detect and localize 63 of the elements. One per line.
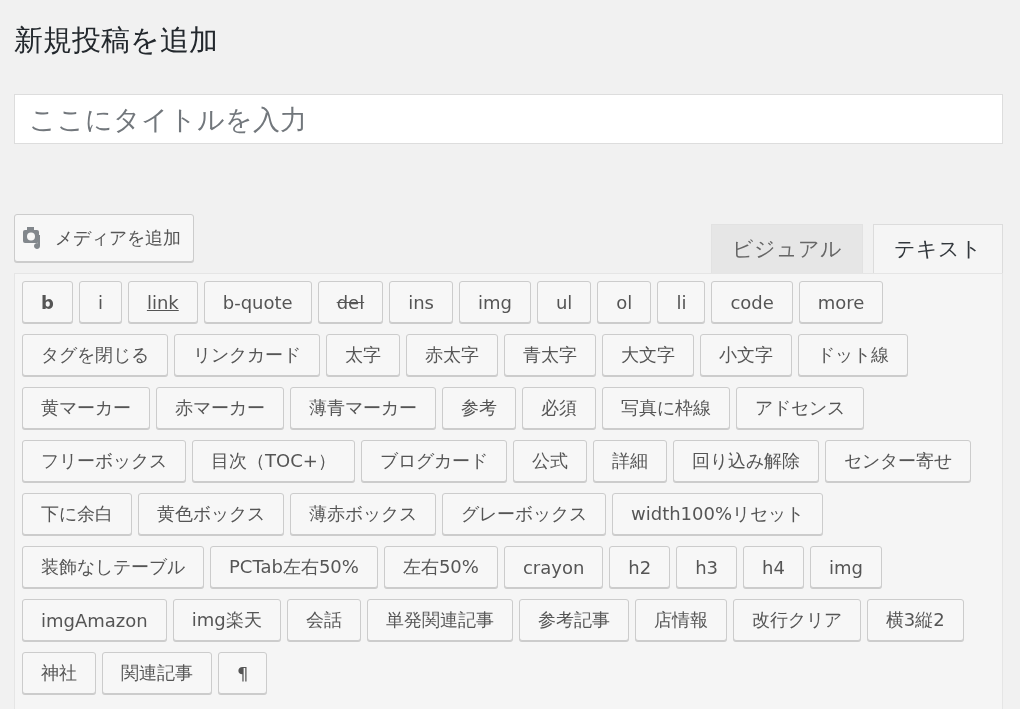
quicktag-button[interactable]: 横3縦2 <box>866 599 964 641</box>
quicktag-button[interactable]: width100%リセット <box>612 493 824 535</box>
quicktag-button[interactable]: ol <box>597 281 652 323</box>
quicktag-button[interactable]: センター寄せ <box>824 440 971 482</box>
quicktag-button[interactable]: 太字 <box>326 334 400 376</box>
quicktag-button[interactable]: h4 <box>743 546 804 588</box>
quicktag-button[interactable]: 薄赤ボックス <box>290 493 436 535</box>
quicktag-button[interactable]: imgAmazon <box>22 599 167 641</box>
quicktag-button[interactable]: 黄マーカー <box>22 387 150 429</box>
quicktag-button[interactable]: 回り込み解除 <box>672 440 819 482</box>
quicktag-button[interactable]: 装飾なしテーブル <box>22 546 204 588</box>
quicktag-button[interactable]: img楽天 <box>172 599 281 641</box>
quicktag-button[interactable]: 下に余白 <box>22 493 132 535</box>
quicktag-button[interactable]: 参考 <box>442 387 516 429</box>
quicktag-button[interactable]: ul <box>536 281 592 323</box>
quicktag-button[interactable]: 目次（TOC+） <box>192 440 355 482</box>
quicktag-button[interactable]: b-quote <box>203 281 312 323</box>
quicktag-button[interactable]: 単発関連記事 <box>366 599 513 641</box>
quicktag-button[interactable]: 詳細 <box>592 440 667 482</box>
quicktag-button[interactable]: リンクカード <box>174 334 320 376</box>
quicktag-button[interactable]: PCTab左右50% <box>210 546 378 588</box>
page-title: 新規投稿を追加 <box>14 22 218 59</box>
quicktag-button[interactable]: more <box>798 281 884 323</box>
quicktag-button[interactable]: del <box>317 281 384 323</box>
quicktag-button[interactable]: link <box>127 281 198 323</box>
quicktag-button[interactable]: グレーボックス <box>442 493 606 535</box>
quicktag-button[interactable]: i <box>78 281 122 323</box>
quicktag-button[interactable]: 黄色ボックス <box>138 493 284 535</box>
quicktag-button[interactable]: 参考記事 <box>518 599 629 641</box>
quicktag-button[interactable]: 必須 <box>522 387 596 429</box>
title-field[interactable]: ここにタイトルを入力 <box>14 94 1003 144</box>
quicktag-button[interactable]: 店情報 <box>634 599 727 641</box>
quicktag-button[interactable]: 左右50% <box>383 546 498 588</box>
editor-tab[interactable]: ビジュアル <box>711 224 863 273</box>
quicktag-button[interactable]: タグを閉じる <box>22 334 168 376</box>
quicktag-button[interactable]: 赤マーカー <box>156 387 284 429</box>
quicktag-button[interactable]: img <box>809 546 882 588</box>
quicktag-button[interactable]: 大文字 <box>602 334 694 376</box>
quicktag-button[interactable]: img <box>458 281 531 323</box>
quicktag-button[interactable]: ¶ <box>218 652 268 694</box>
quicktag-button[interactable]: 赤太字 <box>406 334 498 376</box>
quicktag-button[interactable]: 会話 <box>286 599 361 641</box>
quicktag-button[interactable]: 写真に枠線 <box>602 387 730 429</box>
quicktag-button[interactable]: 改行クリア <box>732 599 861 641</box>
quicktag-button[interactable]: アドセンス <box>736 387 864 429</box>
quicktag-button[interactable]: ブログカード <box>360 440 507 482</box>
quicktag-button[interactable]: フリーボックス <box>22 440 186 482</box>
editor-tab[interactable]: テキスト <box>873 224 1003 273</box>
quicktag-button[interactable]: li <box>657 281 706 323</box>
quicktag-button[interactable]: b <box>22 281 73 323</box>
add-media-button[interactable]: メディアを追加 <box>14 214 194 262</box>
quicktag-button[interactable]: h2 <box>609 546 671 588</box>
quicktag-button[interactable]: ins <box>389 281 453 323</box>
quicktag-button[interactable]: ドット線 <box>798 334 908 376</box>
quicktag-button[interactable]: 関連記事 <box>102 652 212 694</box>
quicktag-button[interactable]: code <box>711 281 793 323</box>
quicktag-button[interactable]: h3 <box>676 546 738 588</box>
quicktag-button[interactable]: 小文字 <box>700 334 792 376</box>
quicktag-button[interactable]: 公式 <box>512 440 587 482</box>
quicktag-button[interactable]: 青太字 <box>504 334 596 376</box>
quicktag-button[interactable]: 薄青マーカー <box>290 387 436 429</box>
quicktag-button[interactable]: 神社 <box>22 652 96 694</box>
quicktag-button[interactable]: crayon <box>503 546 604 588</box>
